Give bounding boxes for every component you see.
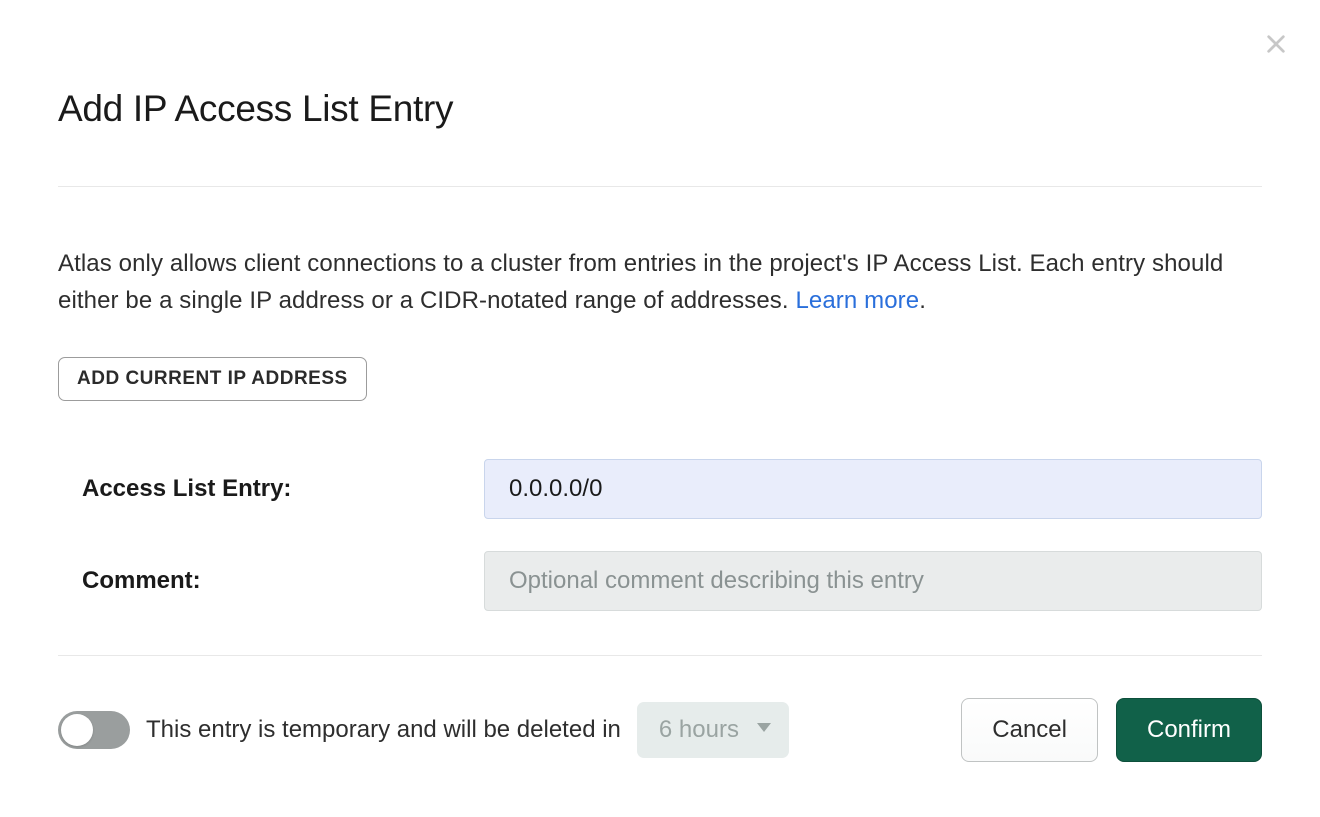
- modal-footer: This entry is temporary and will be dele…: [58, 698, 1262, 762]
- temporary-toggle[interactable]: [58, 711, 130, 749]
- access-list-entry-label: Access List Entry:: [82, 475, 484, 503]
- close-button[interactable]: [1262, 30, 1290, 58]
- comment-row: Comment:: [58, 551, 1262, 611]
- description-text: Atlas only allows client connections to …: [58, 250, 1223, 314]
- divider-bottom: [58, 655, 1262, 656]
- divider-top: [58, 186, 1262, 187]
- modal-title: Add IP Access List Entry: [58, 88, 1262, 130]
- access-list-entry-row: Access List Entry:: [58, 459, 1262, 519]
- cancel-button[interactable]: Cancel: [961, 698, 1098, 762]
- comment-input[interactable]: [484, 551, 1262, 611]
- add-current-ip-button[interactable]: ADD CURRENT IP ADDRESS: [58, 357, 367, 401]
- access-list-entry-input[interactable]: [484, 459, 1262, 519]
- chevron-down-icon: [757, 723, 771, 732]
- description-period: .: [919, 287, 926, 314]
- add-ip-access-modal: Add IP Access List Entry Atlas only allo…: [0, 0, 1320, 817]
- confirm-button[interactable]: Confirm: [1116, 698, 1262, 762]
- comment-label: Comment:: [82, 567, 484, 595]
- learn-more-link[interactable]: Learn more: [795, 287, 919, 314]
- toggle-knob: [61, 714, 93, 746]
- modal-description: Atlas only allows client connections to …: [58, 245, 1262, 319]
- temporary-label: This entry is temporary and will be dele…: [146, 716, 621, 744]
- duration-select[interactable]: 6 hours: [637, 702, 789, 758]
- duration-value: 6 hours: [659, 716, 739, 744]
